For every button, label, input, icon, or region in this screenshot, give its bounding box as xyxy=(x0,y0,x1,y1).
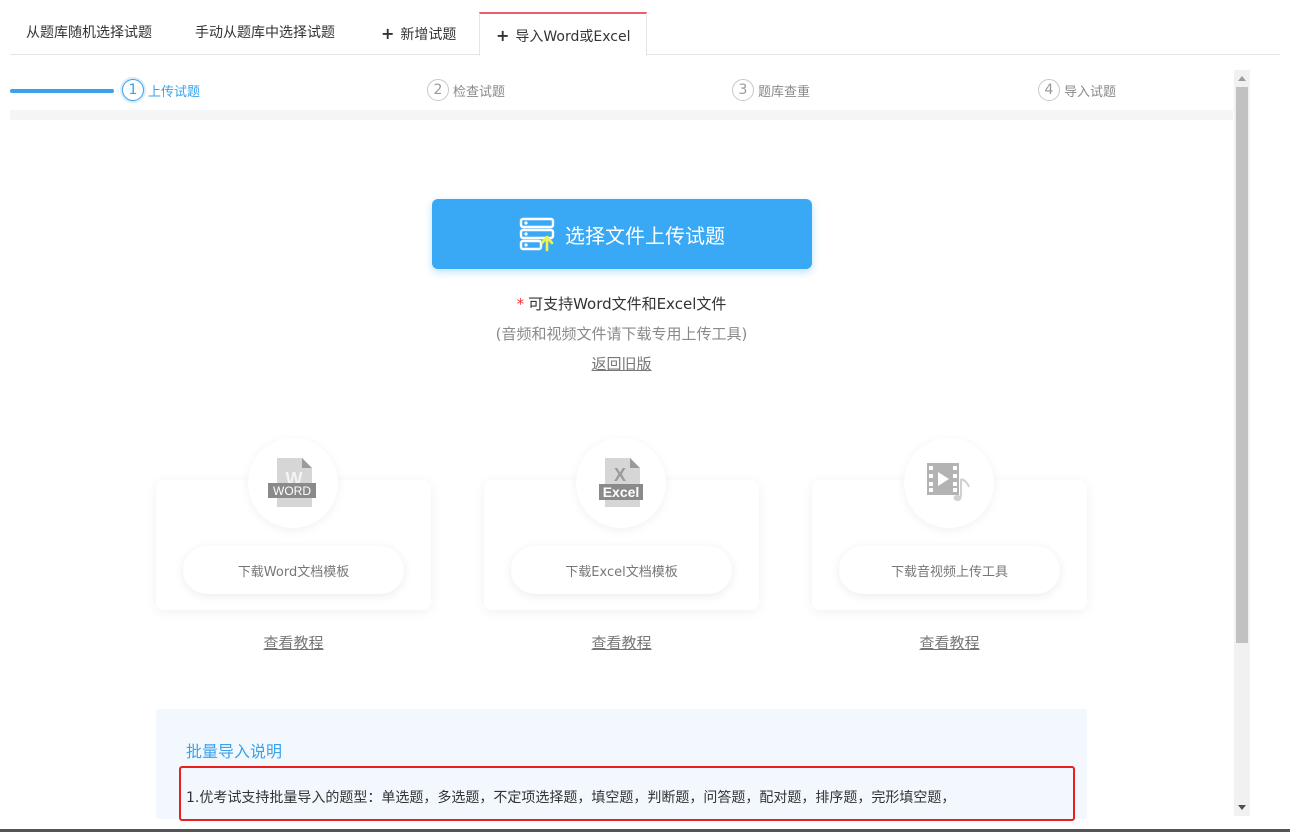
tab-label: 从题库随机选择试题 xyxy=(26,25,152,41)
scroll-down-icon[interactable] xyxy=(1238,805,1246,810)
tab-label: 手动从题库中选择试题 xyxy=(195,25,335,41)
tab-bar: 从题库随机选择试题 手动从题库中选择试题 + 新增试题 + 导入Word或Excel xyxy=(10,12,1280,56)
svg-text:Excel: Excel xyxy=(603,484,640,500)
step-upload: 1 上传试题 xyxy=(122,78,200,102)
tutorial-link-row: 查看教程 xyxy=(812,632,1087,653)
excel-file-icon: X Excel xyxy=(576,438,666,528)
tab-import-word-excel[interactable]: + 导入Word或Excel xyxy=(479,12,648,56)
step-progress-bar xyxy=(10,89,114,93)
tab-label: 导入Word或Excel xyxy=(515,29,631,45)
card-word-template: W WORD 下载Word文档模板 xyxy=(156,438,431,610)
scroll-up-icon[interactable] xyxy=(1238,76,1246,81)
card-media-tool: 下载音视频上传工具 xyxy=(812,438,1087,610)
step-number: 1 xyxy=(122,79,144,101)
support-hint: * 可支持Word文件和Excel文件 xyxy=(0,293,1243,314)
download-word-template-button[interactable]: 下载Word文档模板 xyxy=(183,546,404,594)
info-title: 批量导入说明 xyxy=(186,742,283,761)
button-label: 下载Word文档模板 xyxy=(237,564,350,580)
step-track xyxy=(10,110,1233,120)
support-text: 可支持Word文件和Excel文件 xyxy=(528,295,727,313)
step-label: 上传试题 xyxy=(148,84,201,100)
old-version-link-row: 返回旧版 xyxy=(0,353,1243,374)
old-version-link[interactable]: 返回旧版 xyxy=(591,355,651,373)
upload-button-label: 选择文件上传试题 xyxy=(565,223,725,248)
tab-add-question[interactable]: + 新增试题 xyxy=(381,12,456,55)
step-label: 导入试题 xyxy=(1064,84,1117,100)
highlight-box xyxy=(179,766,1075,821)
tab-random-select[interactable]: 从题库随机选择试题 xyxy=(26,12,152,55)
step-number: 2 xyxy=(427,79,449,101)
media-note: (音频和视频文件请下载专用上传工具) xyxy=(495,325,748,343)
video-audio-icon xyxy=(904,438,994,528)
tab-manual-select[interactable]: 手动从题库中选择试题 xyxy=(195,12,335,55)
tutorial-link-row: 查看教程 xyxy=(156,632,431,653)
svg-text:X: X xyxy=(614,465,626,485)
download-media-tool-button[interactable]: 下载音视频上传工具 xyxy=(839,546,1060,594)
tab-label: 新增试题 xyxy=(400,27,457,43)
step-label: 检查试题 xyxy=(453,84,506,100)
step-number: 3 xyxy=(732,79,754,101)
step-label: 题库查重 xyxy=(758,84,811,100)
plus-icon: + xyxy=(381,24,395,43)
upload-file-button[interactable]: 选择文件上传试题 xyxy=(432,199,812,269)
card-excel-template: X Excel 下载Excel文档模板 xyxy=(484,438,759,610)
step-import: 4 导入试题 xyxy=(1038,78,1116,102)
vertical-scrollbar[interactable] xyxy=(1234,70,1250,816)
step-check: 2 检查试题 xyxy=(427,78,505,102)
tutorial-link-row: 查看教程 xyxy=(484,632,759,653)
step-indicator: 1 上传试题 2 检查试题 3 题库查重 4 导入试题 xyxy=(10,70,1233,120)
media-tutorial-link[interactable]: 查看教程 xyxy=(919,634,979,652)
required-mark: * xyxy=(516,295,525,313)
button-label: 下载音视频上传工具 xyxy=(890,564,1008,580)
step-number: 4 xyxy=(1038,79,1060,101)
button-label: 下载Excel文档模板 xyxy=(565,564,678,580)
download-excel-template-button[interactable]: 下载Excel文档模板 xyxy=(511,546,732,594)
server-upload-icon xyxy=(519,216,559,252)
step-dedupe: 3 题库查重 xyxy=(732,78,810,102)
excel-tutorial-link[interactable]: 查看教程 xyxy=(591,634,651,652)
word-file-icon: W WORD xyxy=(248,438,338,528)
svg-text:WORD: WORD xyxy=(273,484,311,498)
plus-icon: + xyxy=(496,26,510,45)
word-tutorial-link[interactable]: 查看教程 xyxy=(263,634,323,652)
